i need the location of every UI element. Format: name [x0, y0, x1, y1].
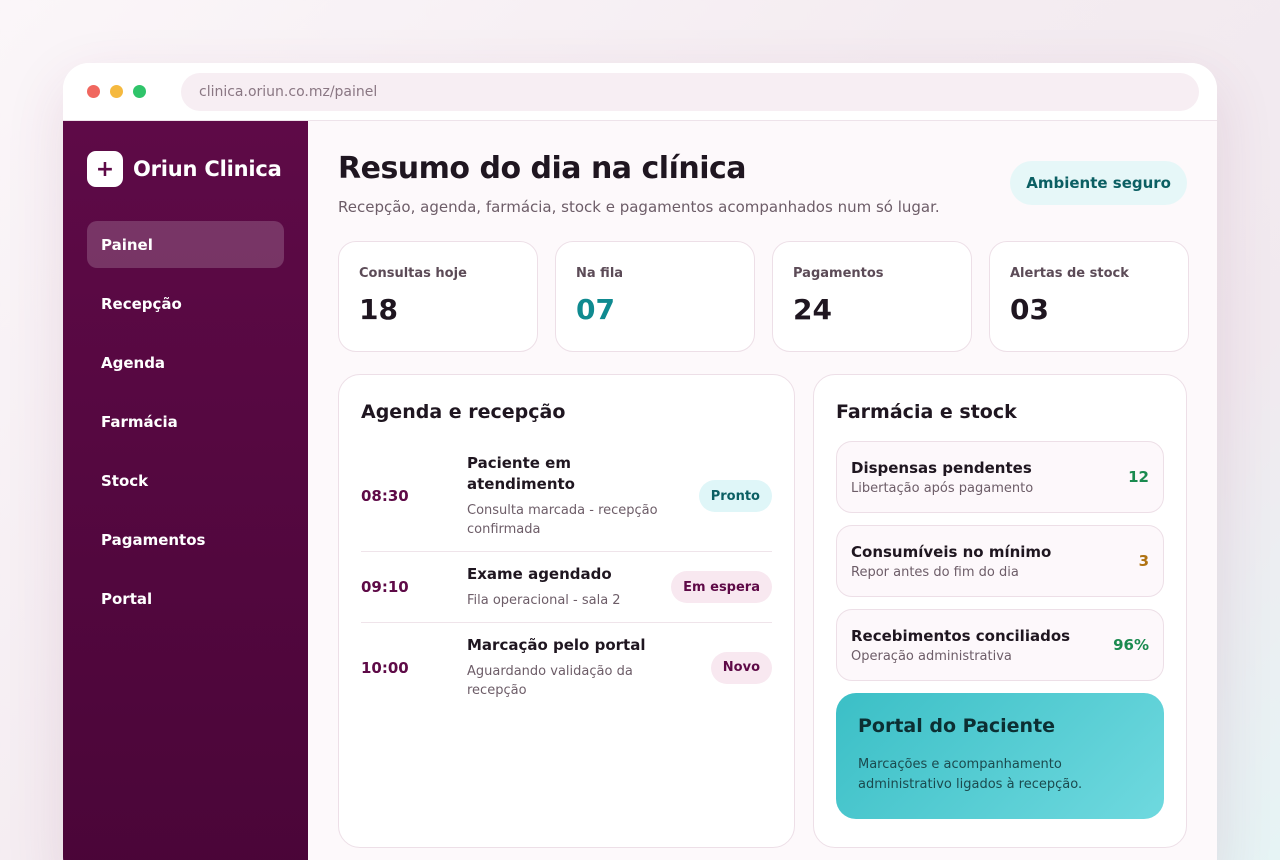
- agenda-desc: Aguardando validação da recepção: [467, 664, 633, 698]
- maximize-window-dot[interactable]: [133, 85, 146, 98]
- stock-item[interactable]: Consumíveis no mínimo Repor antes do fim…: [836, 525, 1164, 597]
- plus-logo-icon: +: [87, 151, 123, 187]
- agenda-info: Paciente em atendimento Consulta marcada…: [467, 453, 667, 539]
- stock-item-text: Dispensas pendentes Libertação após paga…: [851, 459, 1033, 496]
- agenda-row[interactable]: 10:00 Marcação pelo portal Aguardando va…: [361, 623, 772, 712]
- stock-item-title: Consumíveis no mínimo: [851, 542, 1052, 561]
- agenda-badge-wrap: Pronto: [667, 480, 772, 512]
- browser-titlebar: clinica.oriun.co.mz/painel: [63, 63, 1217, 121]
- minimize-window-dot[interactable]: [110, 85, 123, 98]
- browser-window: clinica.oriun.co.mz/painel + Oriun Clini…: [63, 63, 1217, 860]
- agenda-panel-title: Agenda e recepção: [361, 401, 566, 423]
- address-bar[interactable]: clinica.oriun.co.mz/painel: [181, 72, 1199, 111]
- close-window-dot[interactable]: [87, 85, 100, 98]
- agenda-time: 09:10: [361, 578, 409, 596]
- sidebar-item-stock[interactable]: Stock: [87, 457, 284, 504]
- portal-desc: Marcações e acompanhamento administrativ…: [858, 757, 1083, 792]
- stock-item-desc: Libertação após pagamento: [851, 480, 1034, 496]
- agenda-desc: Fila operacional - sala 2: [467, 593, 621, 608]
- stock-item-title: Dispensas pendentes: [851, 458, 1032, 477]
- sidebar-item-recepcao[interactable]: Recepção: [87, 280, 284, 327]
- stock-item[interactable]: Recebimentos conciliados Operação admini…: [836, 609, 1164, 681]
- agenda-info: Marcação pelo portal Aguardando validaçã…: [467, 635, 667, 700]
- stock-item-value: 12: [1128, 468, 1149, 486]
- status-badge: Novo: [710, 651, 772, 684]
- agenda-badge-wrap: Novo: [667, 651, 772, 684]
- stock-item-desc: Operação administrativa: [851, 648, 1012, 664]
- main-content: Resumo do dia na clínica Recepção, agend…: [308, 121, 1217, 860]
- pharmacy-panel: Farmácia e stock Dispensas pendentes Lib…: [813, 374, 1187, 848]
- agenda-desc: Consulta marcada - recepção confirmada: [467, 503, 658, 537]
- sidebar-item-pagamentos[interactable]: Pagamentos: [87, 516, 284, 563]
- page-title: Resumo do dia na clínica: [338, 151, 747, 186]
- agenda-row[interactable]: 08:30 Paciente em atendimento Consulta m…: [361, 441, 772, 552]
- stat-card-fila[interactable]: Na fila 07: [555, 241, 755, 352]
- agenda-row[interactable]: 09:10 Exame agendado Fila operacional - …: [361, 552, 772, 623]
- agenda-title: Paciente em atendimento: [467, 454, 575, 493]
- agenda-title: Exame agendado: [467, 565, 612, 583]
- stock-item-text: Consumíveis no mínimo Repor antes do fim…: [851, 543, 1051, 580]
- sidebar-item-painel[interactable]: Painel: [87, 221, 284, 268]
- stat-card-alertas-stock[interactable]: Alertas de stock 03: [989, 241, 1189, 352]
- portal-title: Portal do Paciente: [858, 715, 1056, 737]
- pharmacy-panel-title: Farmácia e stock: [836, 401, 1017, 423]
- stock-item-value: 3: [1138, 552, 1149, 570]
- agenda-list: 08:30 Paciente em atendimento Consulta m…: [361, 441, 772, 712]
- stock-list: Dispensas pendentes Libertação após paga…: [836, 441, 1164, 681]
- agenda-title: Marcação pelo portal: [467, 636, 646, 654]
- secure-environment-badge: Ambiente seguro: [1010, 161, 1187, 205]
- stat-label: Pagamentos: [793, 266, 884, 281]
- stat-value: 03: [1010, 293, 1049, 326]
- stat-label: Alertas de stock: [1010, 266, 1129, 281]
- sidebar-item-portal[interactable]: Portal: [87, 575, 284, 622]
- stat-value: 07: [576, 293, 615, 326]
- status-badge: Pronto: [698, 480, 772, 512]
- stat-label: Consultas hoje: [359, 266, 467, 281]
- stat-value: 24: [793, 293, 832, 326]
- stats-row: Consultas hoje 18 Na fila 07 Pagamentos …: [338, 241, 1189, 352]
- sidebar-nav: Painel Recepção Agenda Farmácia Stock Pa…: [87, 221, 284, 622]
- stock-item-title: Recebimentos conciliados: [851, 626, 1071, 645]
- stat-card-consultas[interactable]: Consultas hoje 18: [338, 241, 538, 352]
- agenda-time: 08:30: [361, 487, 409, 505]
- agenda-info: Exame agendado Fila operacional - sala 2: [467, 564, 667, 610]
- brand-name: Oriun Clinica: [133, 157, 282, 181]
- stock-item[interactable]: Dispensas pendentes Libertação após paga…: [836, 441, 1164, 513]
- brand[interactable]: + Oriun Clinica: [87, 151, 284, 187]
- patient-portal-card[interactable]: Portal do Paciente Marcações e acompanha…: [836, 693, 1164, 819]
- stock-item-desc: Repor antes do fim do dia: [851, 564, 1019, 580]
- stat-label: Na fila: [576, 266, 624, 281]
- sidebar-item-farmacia[interactable]: Farmácia: [87, 398, 284, 445]
- stock-item-value: 96%: [1113, 636, 1149, 654]
- stock-item-text: Recebimentos conciliados Operação admini…: [851, 627, 1070, 664]
- page-subtitle: Recepção, agenda, farmácia, stock e paga…: [338, 198, 940, 216]
- stat-card-pagamentos[interactable]: Pagamentos 24: [772, 241, 972, 352]
- status-badge: Em espera: [671, 571, 772, 603]
- sidebar: + Oriun Clinica Painel Recepção Agenda F…: [63, 121, 308, 860]
- agenda-badge-wrap: Em espera: [667, 571, 772, 603]
- sidebar-item-agenda[interactable]: Agenda: [87, 339, 284, 386]
- agenda-time: 10:00: [361, 658, 409, 677]
- stat-value: 18: [359, 293, 398, 326]
- agenda-panel: Agenda e recepção 08:30 Paciente em aten…: [338, 374, 795, 848]
